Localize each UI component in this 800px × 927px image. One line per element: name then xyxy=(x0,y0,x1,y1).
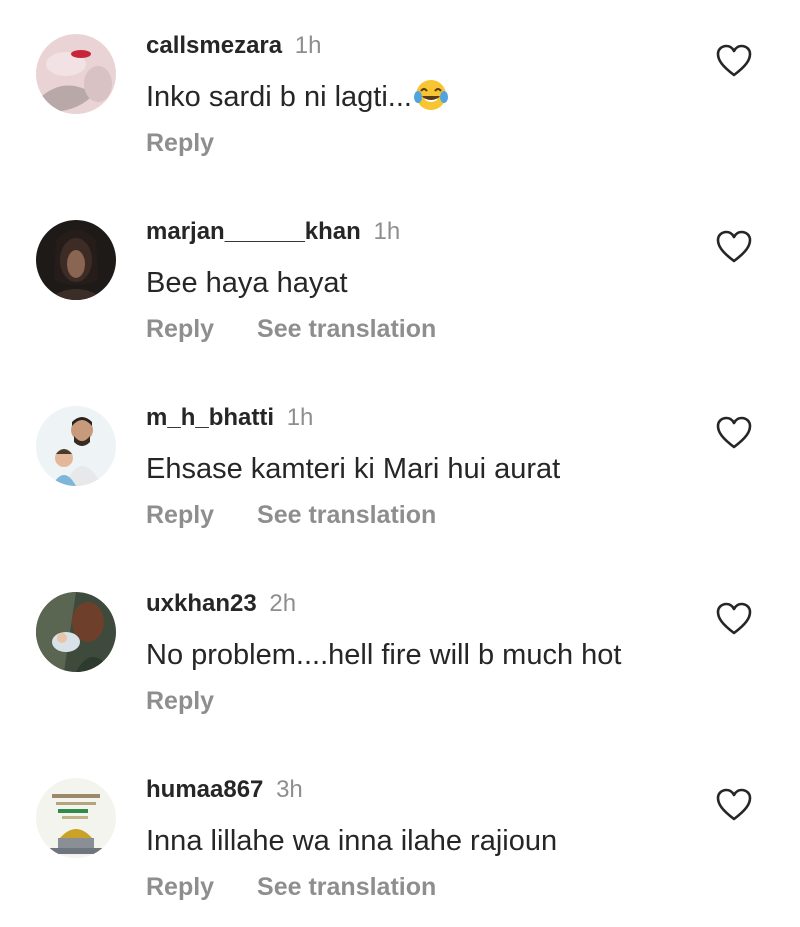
comment-actions: Reply See translation xyxy=(146,870,436,904)
avatar[interactable] xyxy=(36,778,116,858)
username[interactable]: humaa867 xyxy=(146,776,263,803)
timestamp: 1h xyxy=(286,404,314,431)
comment-item: m_h_bhatti 1h Ehsase kamteri ki Mari hui… xyxy=(0,380,800,540)
comment-body: Inko sardi b ni lagti... xyxy=(146,81,412,113)
see-translation-button[interactable]: See translation xyxy=(257,501,436,529)
like-button[interactable] xyxy=(716,602,752,636)
like-button[interactable] xyxy=(716,44,752,78)
comment-text: Ehsase kamteri ki Mari hui aurat xyxy=(146,450,560,488)
heart-outline-icon xyxy=(716,44,752,77)
username[interactable]: marjan______khan xyxy=(146,218,361,245)
timestamp: 1h xyxy=(294,32,322,59)
comment-text: Inna lillahe wa inna ilahe rajioun xyxy=(146,822,557,860)
comment-actions: Reply See translation xyxy=(146,498,436,532)
reply-button[interactable]: Reply xyxy=(146,315,214,343)
comment-item: humaa867 3h Inna lillahe wa inna ilahe r… xyxy=(0,752,800,912)
reply-button[interactable]: Reply xyxy=(146,687,214,715)
timestamp: 2h xyxy=(269,590,297,617)
comment-item: callsmezara 1h Inko sardi b ni lagti... … xyxy=(0,8,800,168)
reply-button[interactable]: Reply xyxy=(146,129,214,157)
comment-actions: Reply See translation xyxy=(146,312,436,346)
like-button[interactable] xyxy=(716,230,752,264)
timestamp: 3h xyxy=(276,776,303,803)
timestamp: 1h xyxy=(373,218,401,245)
username[interactable]: m_h_bhatti xyxy=(146,404,274,431)
comment-text: Bee haya hayat xyxy=(146,264,348,302)
heart-outline-icon xyxy=(716,788,752,821)
comment-actions: Reply xyxy=(146,684,214,718)
comment-text: No problem....hell fire will b much hot xyxy=(146,636,621,674)
see-translation-button[interactable]: See translation xyxy=(257,315,436,343)
comment-actions: Reply xyxy=(146,126,214,160)
username[interactable]: callsmezara xyxy=(146,32,282,59)
comment-text: Inko sardi b ni lagti... xyxy=(146,78,448,116)
reply-button[interactable]: Reply xyxy=(146,873,214,901)
comment-meta: humaa867 3h xyxy=(146,774,303,806)
heart-outline-icon xyxy=(716,602,752,635)
see-translation-button[interactable]: See translation xyxy=(257,873,436,901)
comment-item: uxkhan23 2h No problem....hell fire will… xyxy=(0,566,800,726)
like-button[interactable] xyxy=(716,788,752,822)
heart-outline-icon xyxy=(716,416,752,449)
comment-body: Bee haya hayat xyxy=(146,267,348,299)
avatar[interactable] xyxy=(36,592,116,672)
comment-meta: callsmezara 1h xyxy=(146,30,321,62)
comment-body: Inna lillahe wa inna ilahe rajioun xyxy=(146,825,558,857)
tears-of-joy-emoji-icon xyxy=(413,80,448,110)
comment-item: marjan______khan 1h Bee haya hayat Reply… xyxy=(0,194,800,354)
comment-meta: uxkhan23 2h xyxy=(146,588,296,620)
comment-body: Ehsase kamteri ki Mari hui aurat xyxy=(146,453,561,485)
comment-meta: m_h_bhatti 1h xyxy=(146,402,313,434)
comment-meta: marjan______khan 1h xyxy=(146,216,400,248)
avatar[interactable] xyxy=(36,34,116,114)
avatar[interactable] xyxy=(36,220,116,300)
reply-button[interactable]: Reply xyxy=(146,501,214,529)
avatar[interactable] xyxy=(36,406,116,486)
username[interactable]: uxkhan23 xyxy=(146,590,257,617)
comment-body: No problem....hell fire will b much hot xyxy=(146,639,622,671)
heart-outline-icon xyxy=(716,230,752,263)
like-button[interactable] xyxy=(716,416,752,450)
